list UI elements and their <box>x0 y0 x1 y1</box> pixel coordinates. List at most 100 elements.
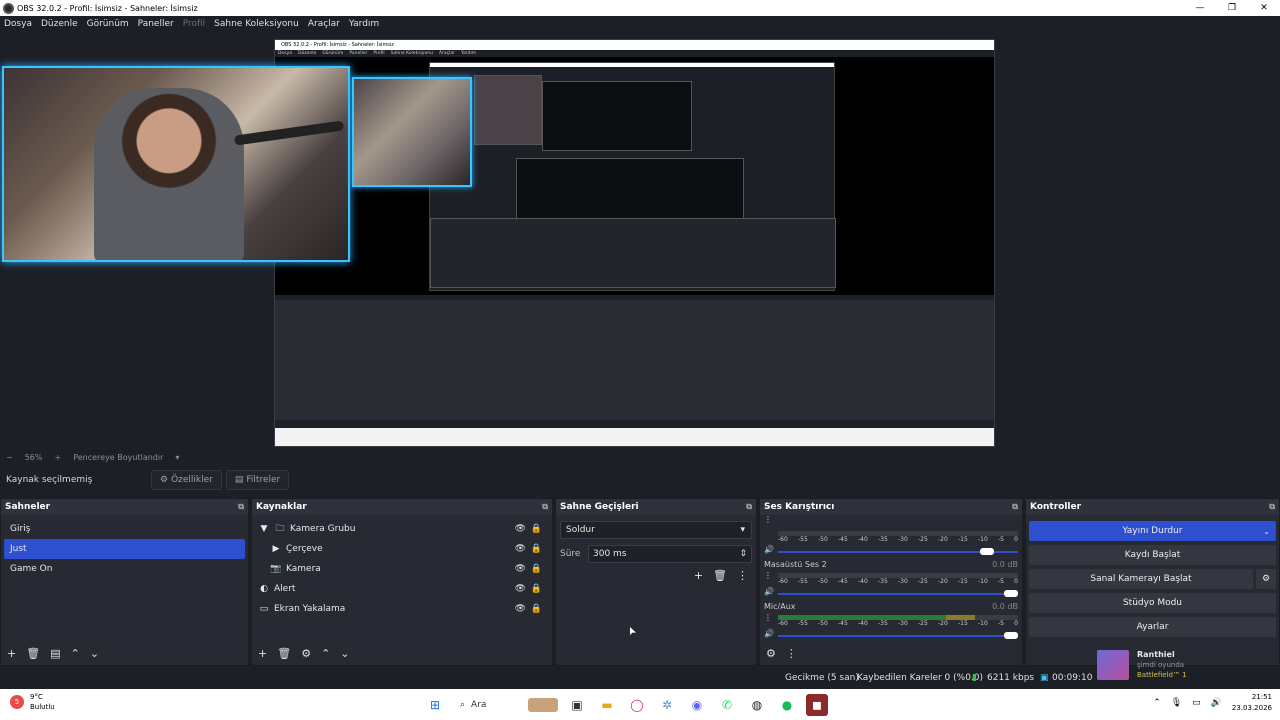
virtual-camera-settings-button[interactable]: ⚙ <box>1256 569 1276 589</box>
remove-scene-button[interactable]: 🗑 <box>26 647 40 660</box>
add-scene-button[interactable]: + <box>7 647 16 660</box>
undock-icon[interactable]: ⧉ <box>238 502 244 512</box>
stop-stream-button[interactable]: Yayını Durdur ⌄ <box>1029 521 1276 541</box>
remove-source-button[interactable]: 🗑 <box>277 647 291 660</box>
transition-select[interactable]: Soldur ▾ <box>560 521 752 539</box>
lock-icon[interactable]: 🔒 <box>531 564 542 574</box>
volume-slider[interactable]: 🔊 <box>764 587 1018 599</box>
studio-mode-button[interactable]: Stüdyo Modu <box>1029 593 1276 613</box>
lock-icon[interactable]: 🔒 <box>531 524 542 534</box>
settings-button[interactable]: Ayarlar <box>1029 617 1276 637</box>
menu-duzenle[interactable]: Düzenle <box>41 19 78 29</box>
source-item[interactable]: 📷 Kamera 👁 🔒 <box>258 559 552 579</box>
move-up-button[interactable]: ⌃ <box>71 647 80 660</box>
add-transition-button[interactable]: + <box>694 569 703 582</box>
zoom-in-button[interactable]: + <box>54 453 61 462</box>
speaker-icon[interactable]: 🔊 <box>764 587 774 596</box>
obs-taskbar-icon[interactable]: ◍ <box>746 694 768 716</box>
taskbar-search[interactable]: ⌕ Ara <box>454 694 558 716</box>
visibility-eye-icon[interactable]: 👁 <box>515 524 526 534</box>
start-record-button[interactable]: Kaydı Başlat <box>1029 545 1276 565</box>
menu-yardim[interactable]: Yardım <box>349 19 379 29</box>
volume-slider[interactable]: 🔊 <box>764 545 1018 557</box>
taskbar-clock[interactable]: 21:51 23.03.2026 <box>1232 692 1272 714</box>
whatsapp-icon[interactable]: ✆ <box>716 694 738 716</box>
menu-araclar[interactable]: Araçlar <box>308 19 340 29</box>
scene-item[interactable]: Just <box>4 539 245 559</box>
close-icon[interactable]: ✕ <box>1248 0 1280 16</box>
source-item[interactable]: ◐ Alert 👁 🔒 <box>258 579 552 599</box>
scene-filters-button[interactable]: ▤ <box>50 647 60 660</box>
source-properties-button[interactable]: ⚙ <box>301 647 311 660</box>
add-source-button[interactable]: + <box>258 647 267 660</box>
advanced-audio-icon[interactable]: ⚙ <box>766 647 776 660</box>
network-icon[interactable]: ▭ <box>1192 698 1201 708</box>
remove-transition-button[interactable]: 🗑 <box>713 569 727 582</box>
meter-tick: -50 <box>818 620 828 627</box>
file-explorer-icon[interactable]: ▬ <box>596 694 618 716</box>
undock-icon[interactable]: ⧉ <box>1269 502 1275 512</box>
visibility-eye-icon[interactable]: 👁 <box>515 604 526 614</box>
slider-knob[interactable] <box>980 548 994 555</box>
spin-icon[interactable]: ⇕ <box>739 549 747 559</box>
preview-canvas[interactable]: OBS 32.0.2 - Profil: İsimsiz - Sahneler:… <box>0 32 1280 450</box>
lock-icon[interactable]: 🔒 <box>531 544 542 554</box>
undock-icon[interactable]: ⧉ <box>1012 502 1018 512</box>
properties-button[interactable]: ⚙ Özellikler <box>151 470 222 490</box>
camera-icon: 📷 <box>270 564 282 574</box>
app2-icon[interactable]: ◼ <box>806 693 828 716</box>
duration-input[interactable]: 300 ms ⇕ <box>588 545 752 563</box>
menu-sahne-koleksiyonu[interactable]: Sahne Koleksiyonu <box>214 19 299 29</box>
channel-menu-icon[interactable]: ⋮ <box>764 613 772 622</box>
slider-knob[interactable] <box>1004 632 1018 639</box>
spotify-icon[interactable]: ● <box>776 694 798 716</box>
chevron-up-icon[interactable]: ⌃ <box>1153 698 1161 708</box>
move-up-button[interactable]: ⌃ <box>321 647 330 660</box>
channel-menu-icon[interactable]: ⋮ <box>764 515 772 524</box>
lock-icon[interactable]: 🔒 <box>531 584 542 594</box>
expand-icon[interactable]: ▼ <box>258 524 270 534</box>
minimize-icon[interactable]: — <box>1184 0 1216 16</box>
undock-icon[interactable]: ⧉ <box>746 502 752 512</box>
maximize-icon[interactable]: ❐ <box>1216 0 1248 16</box>
move-down-button[interactable]: ⌄ <box>340 647 349 660</box>
source-item[interactable]: ▭ Ekran Yakalama 👁 🔒 <box>258 599 552 619</box>
virtual-camera-button[interactable]: Sanal Kamerayı Başlat <box>1029 569 1253 589</box>
streamer-activity: şimdi oyunda <box>1137 661 1185 669</box>
menu-paneller[interactable]: Paneller <box>138 19 174 29</box>
microphone-icon[interactable]: 🎙 <box>1171 698 1182 708</box>
weather-widget[interactable]: 5 9°C Bulutlu <box>10 692 55 712</box>
source-item[interactable]: ▼ 🗀 Kamera Grubu 👁 🔒 <box>258 519 552 539</box>
resize-to-window[interactable]: Pencereye Boyutlandır <box>73 453 163 462</box>
visibility-eye-icon[interactable]: 👁 <box>515 584 526 594</box>
scene-item[interactable]: Giriş <box>4 519 245 539</box>
channel-menu-icon[interactable]: ⋮ <box>764 571 772 580</box>
zoom-out-button[interactable]: − <box>6 453 13 462</box>
volume-icon[interactable]: 🔊 <box>1211 698 1222 708</box>
lock-icon[interactable]: 🔒 <box>531 604 542 614</box>
app-icon[interactable]: ✲ <box>656 694 678 716</box>
filters-button[interactable]: ▤ Filtreler <box>225 470 290 490</box>
mixer-menu-button[interactable]: ⋮ <box>786 647 797 660</box>
source-item[interactable]: ▶ Çerçeve 👁 🔒 <box>258 539 552 559</box>
move-down-button[interactable]: ⌄ <box>90 647 99 660</box>
discord-icon[interactable]: ◉ <box>686 694 708 716</box>
visibility-eye-icon[interactable]: 👁 <box>515 544 526 554</box>
scene-item[interactable]: Game On <box>4 559 245 579</box>
transition-menu-button[interactable]: ⋮ <box>737 569 748 582</box>
opera-icon[interactable]: ◯ <box>626 694 648 716</box>
menu-gorunum[interactable]: Görünüm <box>87 19 129 29</box>
chevron-down-icon[interactable]: ⌄ <box>1263 527 1270 536</box>
chevron-down-icon[interactable]: ▾ <box>175 453 179 462</box>
volume-slider[interactable]: 🔊 <box>764 629 1018 641</box>
windows-start-icon[interactable]: ⊞ <box>424 694 446 716</box>
undock-icon[interactable]: ⧉ <box>542 502 548 512</box>
menu-profil[interactable]: Profil <box>183 19 205 29</box>
menu-dosya[interactable]: Dosya <box>4 19 32 29</box>
studio-mode-label: Stüdyo Modu <box>1122 598 1183 608</box>
task-view-icon[interactable]: ▣ <box>566 694 588 716</box>
visibility-eye-icon[interactable]: 👁 <box>515 564 526 574</box>
speaker-icon[interactable]: 🔊 <box>764 629 774 638</box>
speaker-icon[interactable]: 🔊 <box>764 545 774 554</box>
slider-knob[interactable] <box>1004 590 1018 597</box>
